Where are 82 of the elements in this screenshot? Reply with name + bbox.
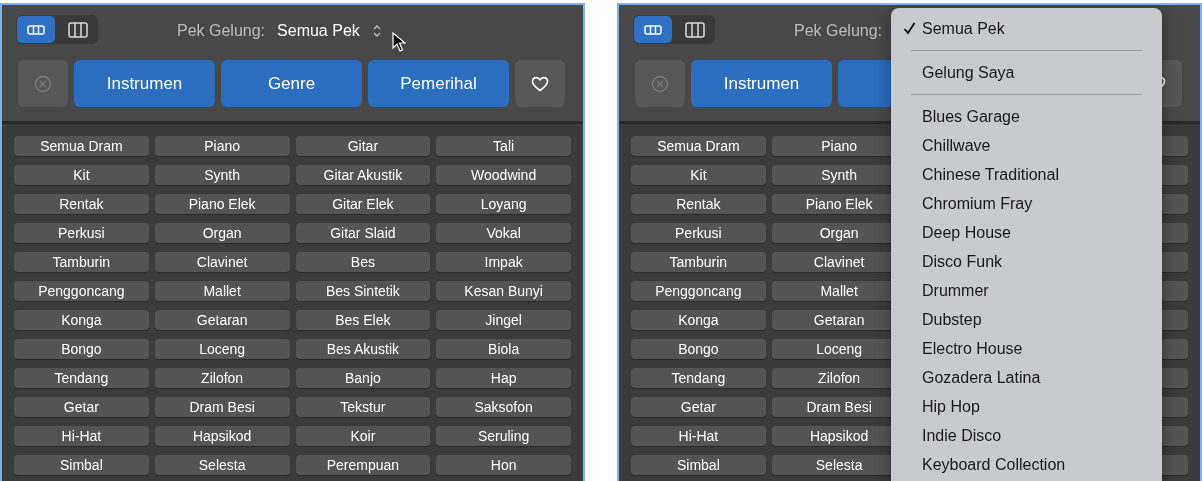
keyword-button[interactable]: Hi-Hat — [631, 426, 766, 446]
keyword-button[interactable]: Mallet — [154, 281, 290, 301]
keyword-button[interactable]: Semua Dram — [631, 136, 766, 156]
keyword-button[interactable]: Synth — [154, 165, 290, 185]
keyword-button[interactable]: Piano Elek — [154, 194, 290, 214]
keyword-button[interactable]: Kit — [14, 165, 149, 185]
keyword-button[interactable]: Gitar Akustik — [295, 165, 431, 185]
keyword-button[interactable]: Perkusi — [631, 223, 766, 243]
menu-item[interactable]: Gelung Saya — [901, 58, 1152, 87]
list-view-icon — [27, 24, 45, 35]
keyword-button[interactable]: Rentak — [14, 194, 149, 214]
mouse-pointer-icon — [392, 32, 406, 52]
keyword-button[interactable]: Tali — [436, 136, 571, 156]
filter-button[interactable]: Instrumen — [74, 60, 215, 107]
keyword-button[interactable]: Organ — [154, 223, 290, 243]
heart-icon — [531, 75, 549, 92]
filter-button[interactable]: Instrumen — [691, 60, 832, 107]
keyword-button[interactable]: Seruling — [436, 426, 571, 446]
column-view-icon — [68, 21, 88, 38]
keyword-button[interactable]: Getar — [14, 397, 149, 417]
favorites-button[interactable] — [515, 60, 565, 107]
list-view-button[interactable] — [17, 16, 55, 43]
keyword-button[interactable]: Getaran — [154, 310, 290, 330]
keyword-button[interactable]: Semua Dram — [14, 136, 149, 156]
keyword-button[interactable]: Clavinet — [154, 252, 290, 272]
keyword-button[interactable]: Konga — [14, 310, 149, 330]
loop-pack-label: Pek Gelung: — [177, 21, 266, 41]
keyword-button[interactable]: Rentak — [631, 194, 766, 214]
keyword-button[interactable]: Dram Besi — [154, 397, 290, 417]
keyword-button[interactable]: Banjo — [295, 368, 431, 388]
list-view-button[interactable] — [634, 16, 672, 43]
keyword-button[interactable]: Konga — [631, 310, 766, 330]
keyword-button[interactable]: Bongo — [631, 339, 766, 359]
loop-pack-popup[interactable]: Semua Pek — [277, 19, 382, 43]
keyword-button[interactable]: Perempuan — [295, 455, 431, 475]
keyword-button[interactable]: Bes Akustik — [295, 339, 431, 359]
keyword-button[interactable]: Kesan Bunyi — [436, 281, 571, 301]
keyword-button[interactable]: Penggoncang — [631, 281, 766, 301]
menu-item[interactable]: Blues Garage — [901, 102, 1152, 131]
filter-button[interactable]: Genre — [221, 60, 362, 107]
keyword-button[interactable]: Loyang — [436, 194, 571, 214]
keyword-button[interactable]: Woodwind — [436, 165, 571, 185]
keyword-button[interactable]: Piano — [154, 136, 290, 156]
list-view-icon — [644, 24, 662, 35]
keyword-button[interactable]: Perkusi — [14, 223, 149, 243]
keyword-button[interactable]: Bongo — [14, 339, 149, 359]
keyword-button[interactable]: Koir — [295, 426, 431, 446]
up-down-chevron-icon — [371, 23, 382, 39]
keyword-button[interactable]: Penggoncang — [14, 281, 149, 301]
keyword-button[interactable]: Tamburin — [14, 252, 149, 272]
keyword-button[interactable]: Jingel — [436, 310, 571, 330]
keyword-button[interactable]: Hap — [436, 368, 571, 388]
keyword-button[interactable]: Vokal — [436, 223, 571, 243]
keyword-button[interactable]: Selesta — [154, 455, 290, 475]
menu-item[interactable]: Semua Pek — [901, 14, 1152, 43]
keyword-button[interactable]: Bes — [295, 252, 431, 272]
keyword-button[interactable]: Tendang — [631, 368, 766, 388]
keyword-button[interactable]: Hon — [436, 455, 571, 475]
keyword-button[interactable]: Zilofon — [154, 368, 290, 388]
keyword-button[interactable]: Getar — [631, 397, 766, 417]
keyword-button[interactable]: Gitar Elek — [295, 194, 431, 214]
keyword-button[interactable]: Simbal — [14, 455, 149, 475]
keyword-button[interactable]: Gitar Slaid — [295, 223, 431, 243]
keyword-button[interactable]: Hapsikod — [154, 426, 290, 446]
keyword-button[interactable]: Impak — [436, 252, 571, 272]
keyword-button[interactable]: Saksofon — [436, 397, 571, 417]
keyword-button[interactable]: Tekstur — [295, 397, 431, 417]
keyword-button[interactable]: Tendang — [14, 368, 149, 388]
keyword-button[interactable]: Hi-Hat — [14, 426, 149, 446]
keyword-button[interactable]: Biola — [436, 339, 571, 359]
keyword-button[interactable]: Kit — [631, 165, 766, 185]
filter-button[interactable]: Pemerihal — [368, 60, 509, 107]
keyword-button[interactable]: Bes Sintetik — [295, 281, 431, 301]
column-view-icon — [685, 21, 705, 38]
keyword-button[interactable]: Simbal — [631, 455, 766, 475]
loop-pack-label: Pek Gelung: — [794, 21, 883, 41]
keyword-button[interactable]: Gitar — [295, 136, 431, 156]
clear-icon — [651, 74, 669, 93]
keyword-button[interactable]: Tamburin — [631, 252, 766, 272]
keyword-button[interactable]: Loceng — [154, 339, 290, 359]
keyword-button[interactable]: Bes Elek — [295, 310, 431, 330]
clear-icon — [34, 74, 52, 93]
